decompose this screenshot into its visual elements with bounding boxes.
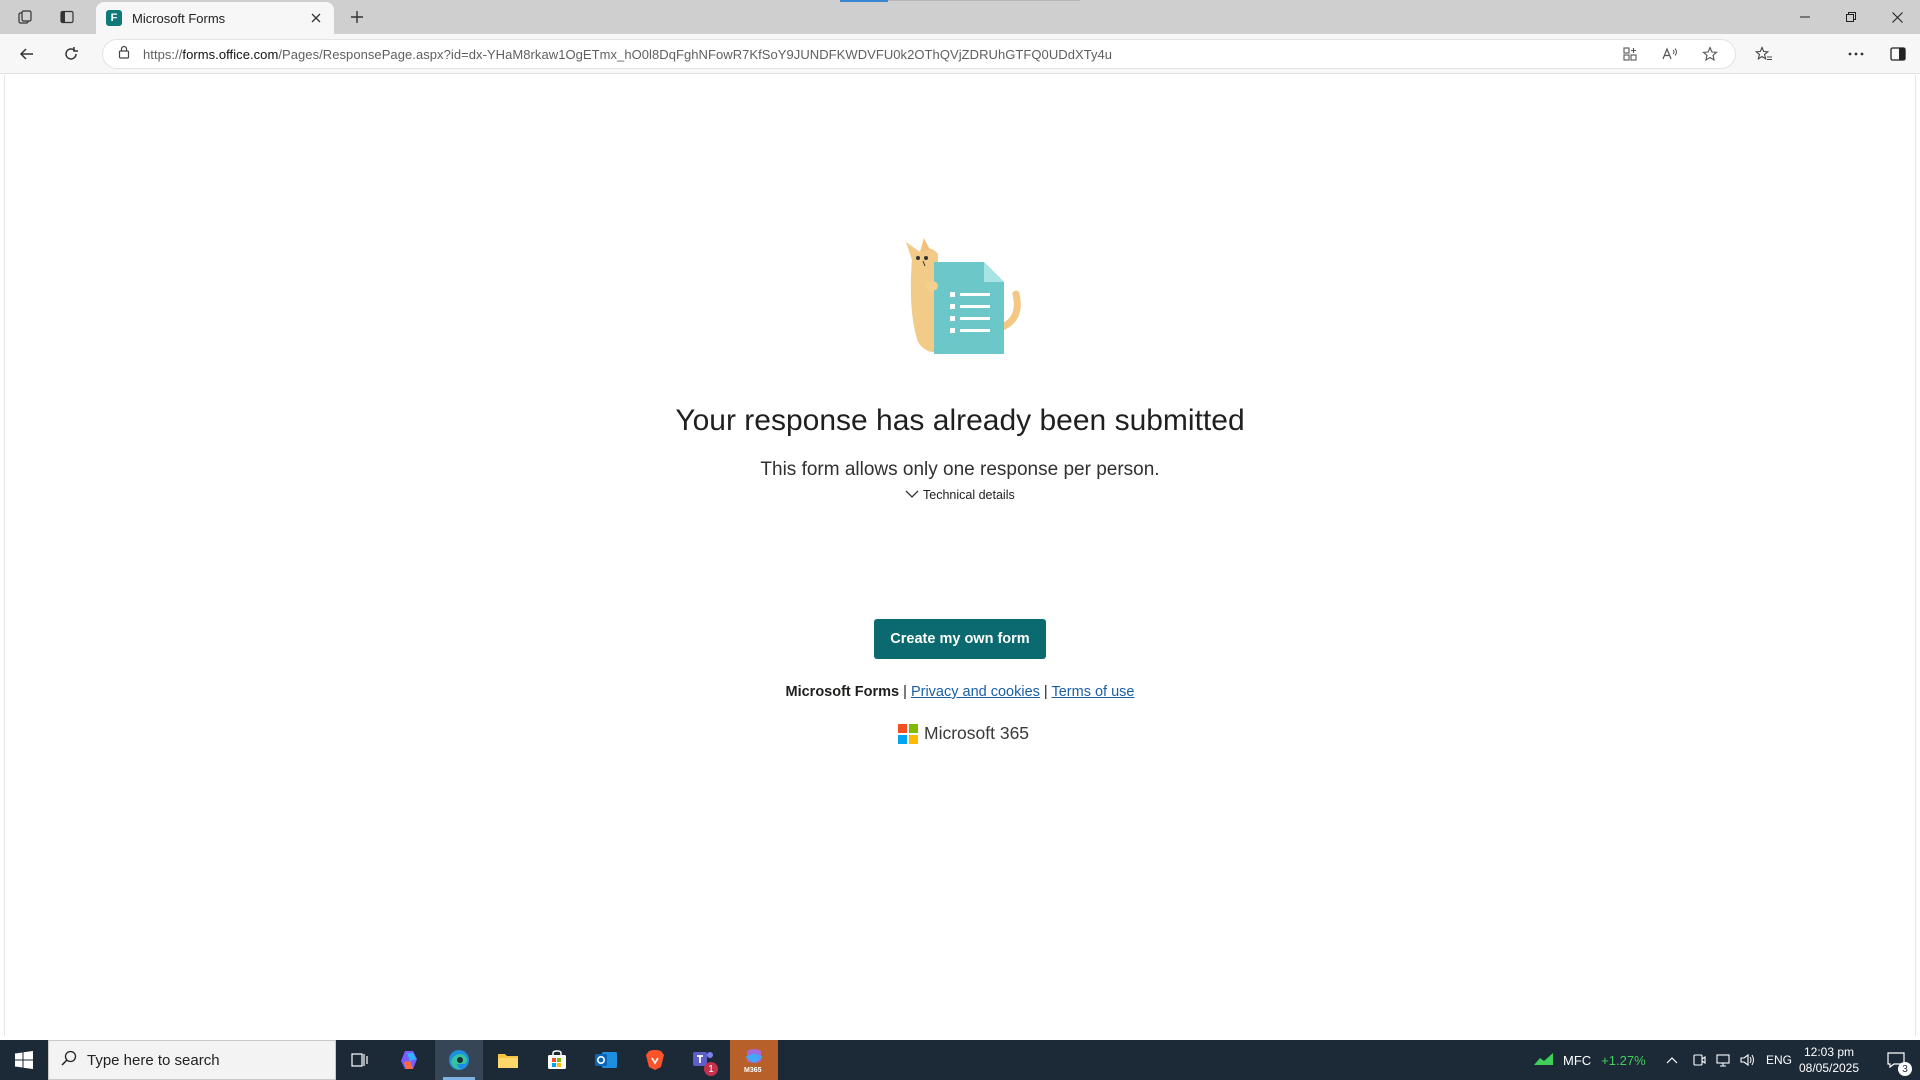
sidebar-toggle-icon[interactable] — [1884, 40, 1912, 68]
outlook-icon[interactable] — [582, 1040, 630, 1080]
windows-start-icon[interactable] — [0, 1040, 48, 1080]
footer-separator: | — [1043, 684, 1048, 700]
minimize-icon[interactable] — [1782, 0, 1828, 34]
favorite-star-icon[interactable] — [1696, 40, 1724, 68]
m365-label: M365 — [744, 1067, 762, 1074]
tab-microsoft-forms[interactable]: F Microsoft Forms — [96, 2, 334, 34]
terms-link[interactable]: Terms of use — [1051, 684, 1134, 700]
microsoft-365-app-icon[interactable]: M365 — [730, 1040, 778, 1080]
more-options-icon[interactable] — [1842, 40, 1870, 68]
language-indicator[interactable]: ENG — [1766, 1040, 1792, 1080]
microsoft-logo-icon — [898, 723, 918, 744]
footer-links: Microsoft Forms | Privacy and cookies | … — [0, 684, 1920, 700]
close-window-icon[interactable] — [1874, 0, 1920, 34]
ticker-symbol: MFC — [1563, 1052, 1592, 1068]
show-hidden-icons-icon[interactable] — [1666, 1040, 1678, 1080]
url-host: forms.office.com — [182, 46, 279, 62]
address-bar[interactable]: https://forms.office.com/Pages/ResponseP… — [102, 39, 1736, 69]
task-view-icon[interactable] — [336, 1040, 384, 1080]
url-text: https://forms.office.com/Pages/ResponseP… — [143, 47, 1112, 62]
meet-now-icon[interactable] — [1692, 1040, 1706, 1080]
privacy-link[interactable]: Privacy and cookies — [911, 684, 1040, 700]
notification-center-icon[interactable]: 3 — [1872, 1040, 1920, 1080]
cat-document-illustration — [898, 232, 1032, 362]
edge-browser-icon[interactable] — [435, 1040, 483, 1080]
forms-favicon-icon: F — [106, 10, 122, 26]
url-prefix: https:// — [143, 46, 183, 62]
page-content — [4, 75, 1916, 1036]
microsoft-365-label: Microsoft 365 — [924, 723, 1030, 743]
stock-ticker[interactable]: MFC +1.27% — [1533, 1040, 1646, 1080]
app-available-icon[interactable] — [1616, 40, 1644, 68]
back-arrow-icon[interactable] — [12, 40, 42, 68]
workspaces-icon[interactable] — [11, 4, 39, 30]
volume-icon[interactable] — [1740, 1040, 1756, 1080]
file-explorer-icon[interactable] — [484, 1040, 532, 1080]
microsoft-365-logo: Microsoft 365 — [898, 723, 1029, 744]
copilot-icon[interactable] — [386, 1040, 434, 1080]
system-clock[interactable]: 12:03 pm 08/05/2025 — [1794, 1044, 1864, 1076]
network-icon[interactable] — [1716, 1040, 1732, 1080]
search-placeholder: Type here to search — [87, 1051, 220, 1069]
tab-bar-accent — [840, 0, 888, 2]
url-path: /Pages/ResponsePage.aspx?id=dx-YHaM8rkaw… — [278, 46, 1113, 62]
tab-actions-icon[interactable] — [53, 4, 81, 30]
taskbar-search-input[interactable]: Type here to search — [48, 1040, 336, 1080]
footer-separator: | — [903, 684, 907, 700]
read-aloud-icon[interactable] — [1656, 40, 1684, 68]
clock-time: 12:03 pm — [1803, 1045, 1855, 1059]
create-form-button[interactable]: Create my own form — [874, 619, 1046, 659]
clock-date: 08/05/2025 — [1798, 1061, 1860, 1075]
footer-brand: Microsoft Forms — [785, 684, 900, 700]
search-icon — [61, 1050, 77, 1071]
brave-browser-icon[interactable] — [631, 1040, 679, 1080]
teams-badge: 1 — [704, 1062, 718, 1076]
teams-icon[interactable]: 1 — [680, 1040, 728, 1080]
ticker-change: +1.27% — [1601, 1052, 1646, 1068]
tab-title: Microsoft Forms — [132, 10, 226, 26]
page-title: Your response has already been submitted — [675, 404, 1245, 437]
tab-close-icon[interactable] — [308, 10, 324, 26]
stock-chart-icon — [1533, 1052, 1555, 1069]
technical-details-label: Technical details — [923, 488, 1015, 502]
new-tab-icon[interactable] — [343, 4, 371, 30]
tab-bar-accent-line — [888, 0, 1080, 1]
chevron-down-icon — [905, 488, 919, 502]
notification-count: 3 — [1898, 1062, 1912, 1076]
lock-icon[interactable] — [117, 45, 131, 64]
browser-toolbar: https://forms.office.com/Pages/ResponseP… — [0, 34, 1920, 99]
technical-details-toggle[interactable]: Technical details — [905, 486, 1015, 504]
browser-tab-bar: F Microsoft Forms — [0, 0, 1920, 34]
page-subtitle: This form allows only one response per p… — [760, 459, 1160, 480]
restore-icon[interactable] — [1828, 0, 1874, 34]
microsoft-store-icon[interactable] — [533, 1040, 581, 1080]
favorites-icon[interactable] — [1750, 40, 1778, 68]
refresh-icon[interactable] — [56, 40, 86, 68]
windows-taskbar: Type here to search 1 M365 MFC +1.27% EN… — [0, 1040, 1920, 1080]
